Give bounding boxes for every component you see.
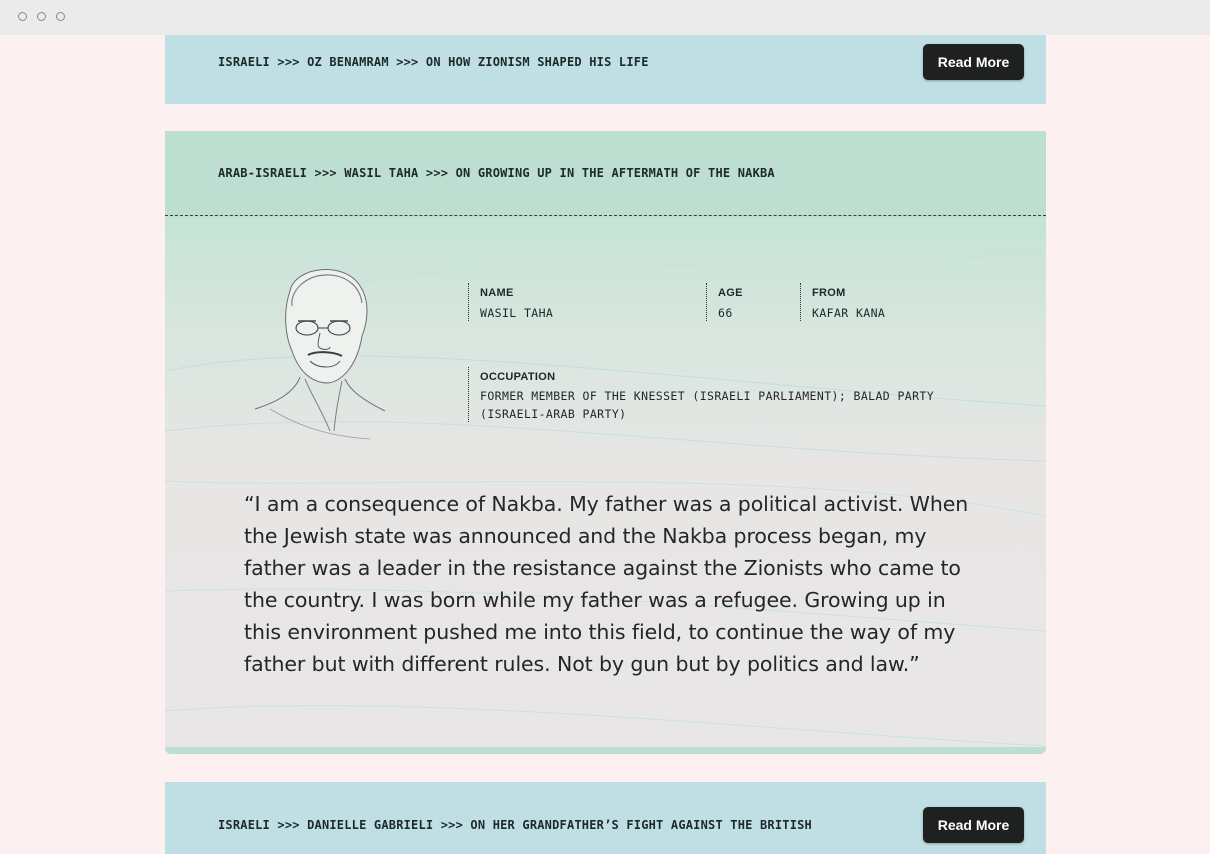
name-field: NAME WASIL TAHA	[468, 283, 695, 321]
story-card-danielle-gabrieli: ISRAELI >>> DANIELLE GABRIELI >>> ON HER…	[165, 782, 1046, 854]
portrait-illustration-icon	[254, 269, 386, 440]
name-label: NAME	[480, 287, 514, 299]
age-label: AGE	[718, 287, 743, 299]
window-minimize-icon[interactable]	[37, 12, 46, 21]
from-field: FROM KAFAR KANA	[800, 283, 992, 321]
from-value: KAFAR KANA	[812, 306, 886, 320]
name-value: WASIL TAHA	[480, 306, 554, 320]
read-more-button[interactable]: Read More	[923, 807, 1024, 843]
window-zoom-icon[interactable]	[56, 12, 65, 21]
occupation-value: FORMER MEMBER OF THE KNESSET (ISRAELI PA…	[480, 389, 935, 421]
from-label: FROM	[812, 287, 846, 299]
header-divider	[165, 215, 1046, 216]
story-breadcrumb: ARAB-ISRAELI >>> WASIL TAHA >>> ON GROWI…	[218, 166, 775, 180]
occupation-field: OCCUPATION FORMER MEMBER OF THE KNESSET …	[468, 367, 960, 422]
story-card-oz-benamram: ISRAELI >>> OZ BENAMRAM >>> ON HOW ZIONI…	[165, 35, 1046, 104]
story-breadcrumb: ISRAELI >>> OZ BENAMRAM >>> ON HOW ZIONI…	[218, 55, 649, 69]
age-field: AGE 66	[706, 283, 788, 321]
age-value: 66	[718, 306, 733, 320]
story-breadcrumb: ISRAELI >>> DANIELLE GABRIELI >>> ON HER…	[218, 818, 812, 832]
quote-text: “I am a consequence of Nakba. My father …	[244, 492, 969, 676]
window-close-icon[interactable]	[18, 12, 27, 21]
story-card-wasil-taha: ARAB-ISRAELI >>> WASIL TAHA >>> ON GROWI…	[165, 131, 1046, 754]
browser-chrome	[0, 0, 1210, 35]
card-bottom-accent	[165, 747, 1046, 754]
read-more-button[interactable]: Read More	[923, 44, 1024, 80]
occupation-label: OCCUPATION	[480, 371, 556, 383]
